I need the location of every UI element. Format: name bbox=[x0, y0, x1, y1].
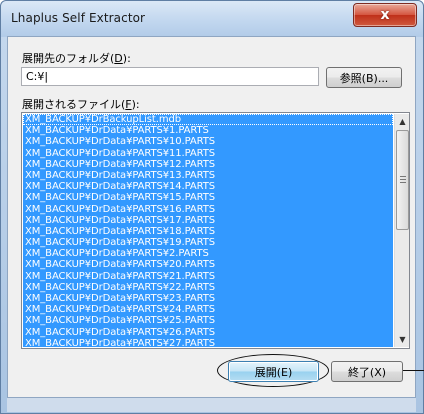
list-item[interactable]: XM_BACKUP¥DrData¥PARTS¥23.PARTS bbox=[23, 293, 393, 304]
title-bar[interactable]: Lhaplus Self Extractor x bbox=[1, 1, 423, 37]
destination-label-key: D bbox=[114, 52, 123, 65]
file-list-items[interactable]: XM_BACKUP¥DrBackupList.mdb XM_BACKUP¥DrDa… bbox=[23, 114, 393, 347]
list-item[interactable]: XM_BACKUP¥DrData¥PARTS¥15.PARTS bbox=[23, 192, 393, 203]
scroll-thumb[interactable] bbox=[396, 130, 409, 230]
window-title: Lhaplus Self Extractor bbox=[11, 11, 146, 25]
extract-button[interactable]: 展開(E) bbox=[228, 361, 319, 382]
scroll-down-icon[interactable]: ▼ bbox=[395, 332, 409, 347]
destination-label-prefix: 展開先のフォルダ( bbox=[22, 52, 115, 65]
close-icon: x bbox=[380, 7, 390, 23]
list-item[interactable]: XM_BACKUP¥DrBackupList.mdb bbox=[23, 114, 393, 126]
file-list[interactable]: XM_BACKUP¥DrBackupList.mdb XM_BACKUP¥DrDa… bbox=[21, 112, 410, 349]
close-button[interactable]: x bbox=[353, 3, 417, 27]
callout-line bbox=[402, 370, 424, 371]
list-item[interactable]: XM_BACKUP¥DrData¥PARTS¥10.PARTS bbox=[23, 136, 393, 147]
grip-icon bbox=[400, 176, 406, 183]
list-item[interactable]: XM_BACKUP¥DrData¥PARTS¥11.PARTS bbox=[23, 148, 393, 159]
list-item[interactable]: XM_BACKUP¥DrData¥PARTS¥20.PARTS bbox=[23, 259, 393, 270]
list-item[interactable]: XM_BACKUP¥DrData¥PARTS¥18.PARTS bbox=[23, 226, 393, 237]
list-item[interactable]: XM_BACKUP¥DrData¥PARTS¥22.PARTS bbox=[23, 282, 393, 293]
list-item[interactable]: XM_BACKUP¥DrData¥PARTS¥19.PARTS bbox=[23, 237, 393, 248]
list-item[interactable]: XM_BACKUP¥DrData¥PARTS¥12.PARTS bbox=[23, 159, 393, 170]
browse-button[interactable]: 参照(B)... bbox=[326, 67, 402, 88]
list-item[interactable]: XM_BACKUP¥DrData¥PARTS¥24.PARTS bbox=[23, 304, 393, 315]
vertical-scrollbar[interactable]: ▲ ▼ bbox=[394, 114, 409, 347]
list-item[interactable]: XM_BACKUP¥DrData¥PARTS¥1.PARTS bbox=[23, 125, 393, 136]
list-item[interactable]: XM_BACKUP¥DrData¥PARTS¥17.PARTS bbox=[23, 215, 393, 226]
list-item[interactable]: XM_BACKUP¥DrData¥PARTS¥21.PARTS bbox=[23, 271, 393, 282]
files-label-suffix: ): bbox=[131, 98, 140, 111]
window-bottom-frame bbox=[7, 398, 416, 412]
destination-folder-input[interactable] bbox=[21, 67, 319, 86]
files-label-prefix: 展開されるファイル( bbox=[22, 98, 126, 111]
list-item[interactable]: XM_BACKUP¥DrData¥PARTS¥2.PARTS bbox=[23, 248, 393, 259]
list-item[interactable]: XM_BACKUP¥DrData¥PARTS¥27.PARTS bbox=[23, 338, 393, 347]
files-label: 展開されるファイル(F): bbox=[22, 96, 140, 112]
destination-folder-label: 展開先のフォルダ(D): bbox=[22, 50, 131, 66]
exit-button[interactable]: 終了(X) bbox=[331, 361, 403, 382]
list-item[interactable]: XM_BACKUP¥DrData¥PARTS¥13.PARTS bbox=[23, 170, 393, 181]
list-item[interactable]: XM_BACKUP¥DrData¥PARTS¥14.PARTS bbox=[23, 181, 393, 192]
scroll-up-icon[interactable]: ▲ bbox=[395, 114, 409, 129]
destination-label-suffix: ): bbox=[122, 52, 131, 65]
list-item[interactable]: XM_BACKUP¥DrData¥PARTS¥26.PARTS bbox=[23, 327, 393, 338]
list-item[interactable]: XM_BACKUP¥DrData¥PARTS¥25.PARTS bbox=[23, 315, 393, 326]
list-item[interactable]: XM_BACKUP¥DrData¥PARTS¥16.PARTS bbox=[23, 204, 393, 215]
